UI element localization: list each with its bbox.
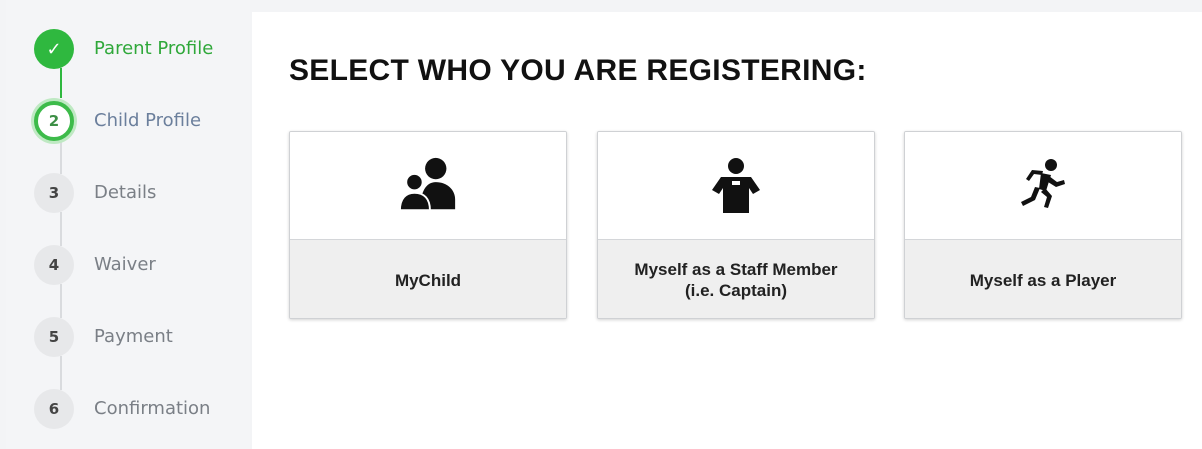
step-details: 3 Details xyxy=(34,173,244,213)
step-waiver: 4 Waiver xyxy=(34,245,244,285)
step-label: Payment xyxy=(94,326,173,347)
card-caption: Myself as a Player xyxy=(905,239,1181,318)
card-icon-area xyxy=(290,132,566,239)
card-caption: Myself as a Staff Member (i.e. Captain) xyxy=(598,239,874,318)
step-connector xyxy=(60,212,62,246)
staff-member-icon xyxy=(712,157,760,213)
option-card-staff-member[interactable]: Myself as a Staff Member (i.e. Captain) xyxy=(597,131,875,319)
progress-stepper: ✓ Parent Profile 2 Child Profile 3 Detai… xyxy=(6,0,250,449)
step-child-profile[interactable]: 2 Child Profile xyxy=(34,101,244,141)
step-label: Child Profile xyxy=(94,110,202,131)
step-label: Waiver xyxy=(94,254,156,275)
option-label: MyChild xyxy=(394,270,462,290)
step-connector xyxy=(60,140,62,174)
step-label: Confirmation xyxy=(94,398,211,419)
option-card-player[interactable]: Myself as a Player xyxy=(904,131,1182,319)
parent-child-icon xyxy=(398,157,456,211)
step-payment: 5 Payment xyxy=(34,317,244,357)
option-label: Myself as a Staff Member (i.e. Captain) xyxy=(634,260,838,300)
card-icon-area xyxy=(905,132,1181,239)
registration-page: ✓ Parent Profile 2 Child Profile 3 Detai… xyxy=(0,0,1202,449)
step-number: 3 xyxy=(34,173,74,213)
checkmark-icon: ✓ xyxy=(34,29,74,69)
step-parent-profile[interactable]: ✓ Parent Profile xyxy=(34,29,244,69)
step-number: 4 xyxy=(34,245,74,285)
option-card-my-child[interactable]: MyChild xyxy=(289,131,567,319)
step-connector xyxy=(60,284,62,318)
running-player-icon xyxy=(1021,158,1065,208)
page-title: SELECT WHO YOU ARE REGISTERING: xyxy=(289,54,867,87)
step-connector xyxy=(60,68,62,98)
step-connector xyxy=(60,356,62,390)
step-number: 5 xyxy=(34,317,74,357)
option-label: Myself as a Player xyxy=(969,270,1117,290)
step-label: Details xyxy=(94,182,157,203)
card-icon-area xyxy=(598,132,874,239)
step-number: 6 xyxy=(34,389,74,429)
step-number: 2 xyxy=(34,101,74,141)
card-caption: MyChild xyxy=(290,239,566,318)
step-label: Parent Profile xyxy=(94,38,214,59)
main-panel: SELECT WHO YOU ARE REGISTERING: MyChild xyxy=(252,12,1202,449)
step-confirmation: 6 Confirmation xyxy=(34,389,244,429)
